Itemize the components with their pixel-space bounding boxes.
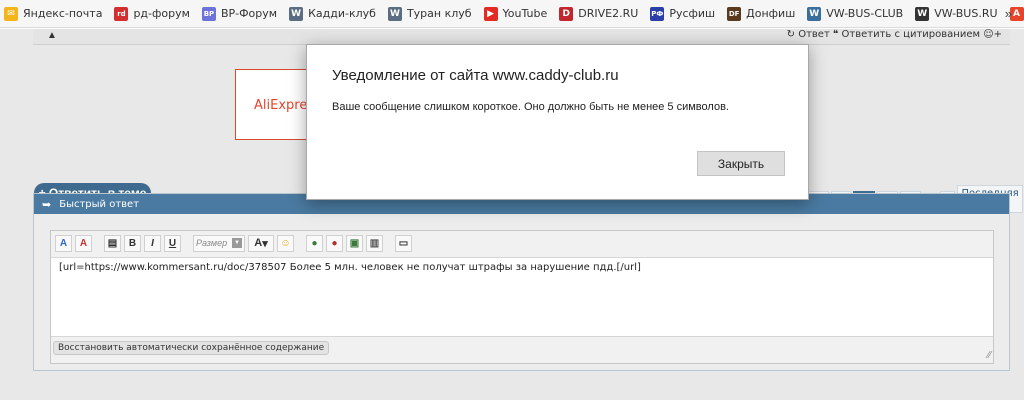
- bookmark-label: VW-BUS-CLUB: [826, 7, 904, 20]
- bookmark-item[interactable]: D DRIVE2.RU: [559, 6, 639, 21]
- bp-icon: BP: [201, 6, 216, 21]
- bookmark-item[interactable]: W VW-BUS.RU: [915, 6, 998, 21]
- bookmarks-bar: ✉ Яндекс-почта rd рд-форум BP ВР-Форум W Кадди-…: [0, 0, 1024, 28]
- collapse-arrow-icon[interactable]: ➥: [42, 198, 51, 211]
- font-select-label: A: [254, 237, 263, 249]
- reply-links[interactable]: ↻ Ответ ❝ Ответить с цитированием ☺+: [787, 29, 1002, 40]
- bookmark-label: ВР-Форум: [220, 7, 278, 20]
- restore-autosave-button[interactable]: Восстановить автоматически сохранённое с…: [53, 341, 330, 355]
- bookmark-label: DRIVE2.RU: [578, 7, 639, 20]
- bookmark-item[interactable]: ▶ YouTube: [483, 6, 548, 21]
- bookmark-item[interactable]: DF Донфиш: [727, 6, 796, 21]
- rd-icon: rd: [114, 6, 129, 21]
- dialog-title: Уведомление от сайта www.caddy-club.ru: [332, 67, 619, 84]
- paste-icon[interactable]: ▤: [104, 234, 121, 252]
- scroll-up-icon[interactable]: ▲: [47, 30, 57, 41]
- ad-text: AliExpre: [254, 98, 308, 113]
- vw-bus-ru-icon: W: [915, 6, 930, 21]
- aliexpress-ad[interactable]: AliExpre: [235, 69, 315, 140]
- bookmark-label: Туран клуб: [406, 7, 472, 20]
- post-actions-strip: ▲ ↻ Ответ ❝ Ответить с цитированием ☺+: [33, 29, 1010, 45]
- bookmark-item[interactable]: rd рд-форум: [114, 6, 190, 21]
- bookmark-item[interactable]: ✉ Яндекс-почта: [4, 6, 103, 21]
- bookmark-label: Донфиш: [746, 7, 796, 20]
- italic-button[interactable]: I: [144, 234, 161, 252]
- unlink-icon[interactable]: ●: [326, 234, 343, 252]
- smiley-icon[interactable]: ☺: [277, 234, 294, 252]
- font-color-icon[interactable]: A: [55, 234, 72, 252]
- dialog-message: Ваше сообщение слишком короткое. Оно дол…: [332, 101, 729, 113]
- chevron-down-icon: ▼: [232, 238, 242, 248]
- remove-format-icon[interactable]: A: [75, 234, 92, 252]
- quick-reply-title: Быстрый ответ: [59, 198, 140, 210]
- bookmark-item[interactable]: РФ Русфиш: [650, 6, 716, 21]
- vw-logo-icon: W: [387, 6, 402, 21]
- editor-toolbar: A A ▤ B I U Размер ▼ A ▾ ☺ ● ● ▣ ▥ ▭: [51, 231, 993, 255]
- font-size-select[interactable]: Размер ▼: [193, 234, 245, 252]
- image-icon[interactable]: ▣: [346, 234, 363, 252]
- underline-button[interactable]: U: [164, 234, 181, 252]
- vw-bus-icon: W: [807, 6, 822, 21]
- quick-reply-panel: ➥ Быстрый ответ A A ▤ B I U Размер ▼ A ▾ …: [33, 193, 1010, 371]
- bookmarks-overflow-icon[interactable]: »: [1005, 6, 1012, 21]
- message-textarea[interactable]: [url=https://www.kommersant.ru/doc/37850…: [51, 257, 993, 337]
- rusfish-icon: РФ: [650, 6, 665, 21]
- bookmark-item[interactable]: W VW-BUS-CLUB: [807, 6, 904, 21]
- vw-logo-icon: W: [289, 6, 304, 21]
- resize-handle-icon[interactable]: ⁄⁄: [988, 350, 991, 361]
- bookmark-label: Кадди-клуб: [308, 7, 376, 20]
- bookmark-label: VW-BUS.RU: [934, 7, 998, 20]
- bookmark-label: рд-форум: [133, 7, 190, 20]
- bookmark-item[interactable]: BP ВР-Форум: [201, 6, 278, 21]
- link-icon[interactable]: ●: [306, 234, 323, 252]
- bookmark-item[interactable]: W Кадди-клуб: [289, 6, 376, 21]
- close-button[interactable]: Закрыть: [697, 151, 785, 176]
- bold-button[interactable]: B: [124, 234, 141, 252]
- quote-icon[interactable]: ▭: [395, 234, 412, 252]
- youtube-icon: ▶: [483, 6, 498, 21]
- message-editor: A A ▤ B I U Размер ▼ A ▾ ☺ ● ● ▣ ▥ ▭ [ur…: [50, 230, 994, 364]
- site-alert-dialog: Уведомление от сайта www.caddy-club.ru В…: [306, 44, 809, 200]
- donfish-icon: DF: [727, 6, 742, 21]
- bookmark-label: YouTube: [502, 7, 548, 20]
- bookmark-label: Яндекс-почта: [23, 7, 103, 20]
- font-select[interactable]: A ▾: [248, 234, 274, 252]
- bookmark-item[interactable]: W Туран клуб: [387, 6, 472, 21]
- envelope-icon: ✉: [4, 6, 18, 21]
- font-size-label: Размер: [196, 238, 228, 248]
- bookmark-label: Русфиш: [669, 7, 716, 20]
- video-icon[interactable]: ▥: [366, 234, 383, 252]
- drive2-icon: D: [559, 6, 574, 21]
